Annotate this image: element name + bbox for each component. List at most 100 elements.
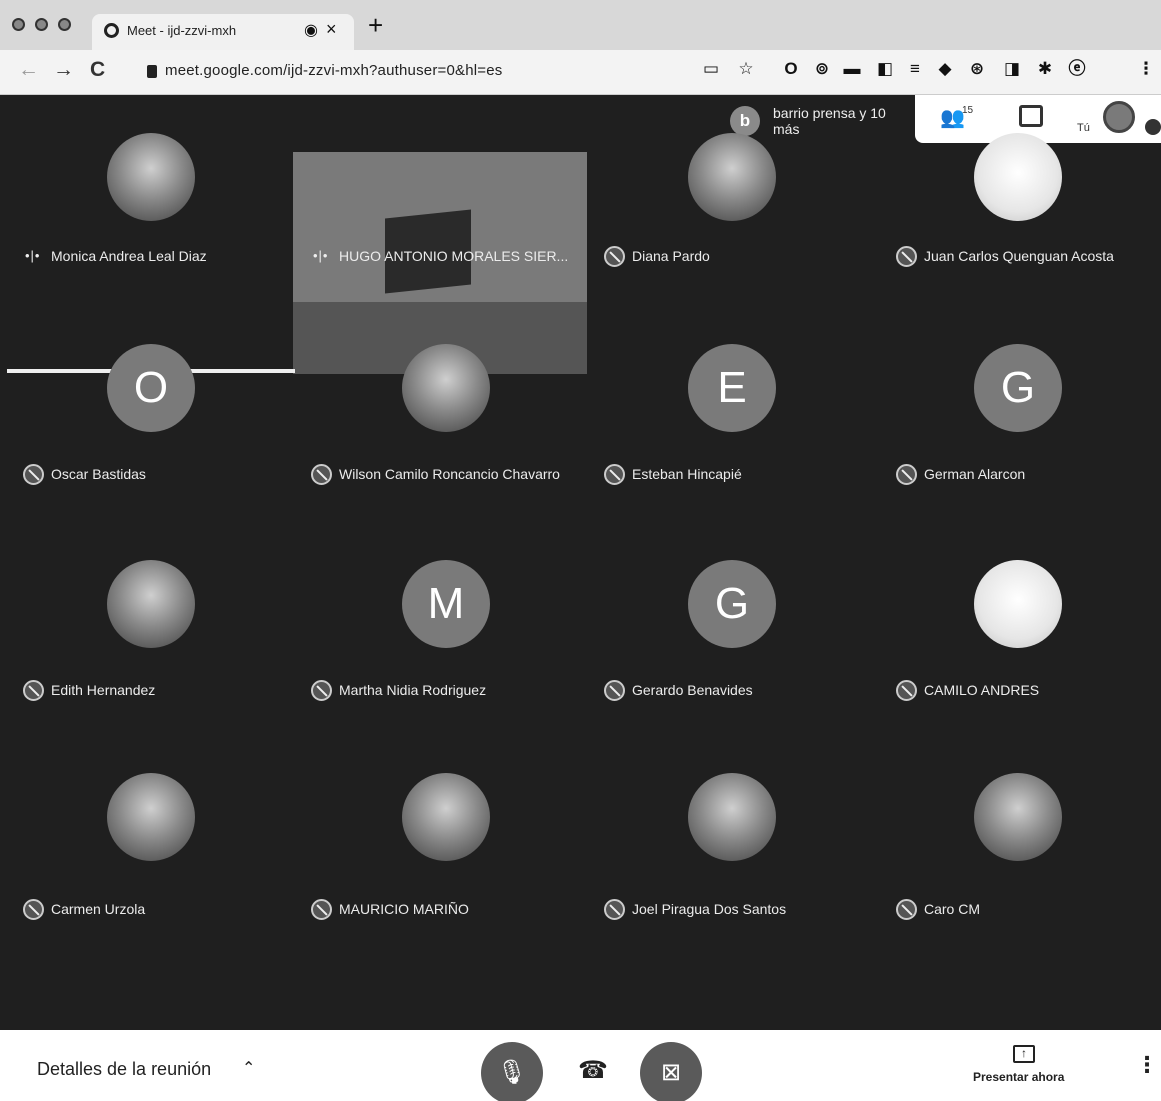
participant-name-row: CAMILO ANDRES bbox=[880, 680, 1161, 702]
present-screen-icon[interactable]: ↑ bbox=[1013, 1045, 1035, 1063]
mic-off-icon bbox=[23, 899, 44, 920]
mic-off-icon bbox=[311, 464, 332, 485]
browser-tab[interactable]: Meet - ijd-zzvi-mxh ◉ × bbox=[92, 14, 354, 50]
participant-avatar bbox=[402, 773, 490, 861]
more-vert-icon[interactable]: ⋮ bbox=[1136, 1052, 1158, 1078]
lock-icon[interactable] bbox=[147, 65, 157, 78]
address-bar[interactable]: meet.google.com/ijd-zzvi-mxh?authuser=0&… bbox=[165, 62, 503, 79]
chevron-up-icon[interactable]: ⌃ bbox=[242, 1058, 255, 1078]
participant-avatar bbox=[688, 773, 776, 861]
audio-playing-icon[interactable]: ◉ bbox=[304, 20, 318, 40]
participant-avatar bbox=[974, 773, 1062, 861]
forward-icon[interactable]: → bbox=[53, 59, 74, 80]
participant-name-row: Esteban Hincapié bbox=[588, 464, 880, 486]
participant-name-row: MAURICIO MARIÑO bbox=[295, 899, 587, 921]
browser-toolbar: ← → C meet.google.com/ijd-zzvi-mxh?authu… bbox=[0, 50, 1161, 95]
browser-menu-icon[interactable]: ⋮ bbox=[1137, 60, 1155, 78]
reload-icon[interactable]: C bbox=[90, 59, 105, 80]
chat-icon[interactable] bbox=[1019, 105, 1043, 127]
participant-name-row: Wilson Camilo Roncancio Chavarro bbox=[295, 464, 587, 486]
participant-name: Caro CM bbox=[924, 901, 981, 917]
self-label: Tú bbox=[1077, 122, 1090, 134]
participant-name: German Alarcon bbox=[924, 466, 1026, 482]
mic-off-icon bbox=[23, 680, 44, 701]
participant-name-row: Juan Carlos Quenguan Acosta bbox=[880, 246, 1161, 268]
browser-tab-strip: Meet - ijd-zzvi-mxh ◉ × + bbox=[0, 0, 1161, 50]
meeting-grid: b barrio prensa y 10 más 👥 15 Tú •|• Moni… bbox=[0, 95, 1161, 1030]
participant-name: CAMILO ANDRES bbox=[924, 682, 1040, 698]
mic-off-icon bbox=[604, 246, 625, 267]
meeting-details-button[interactable]: Detalles de la reunión bbox=[37, 1059, 211, 1080]
extension-icon[interactable]: ◨ bbox=[1003, 60, 1021, 78]
participant-name-row: German Alarcon bbox=[880, 464, 1161, 486]
participant-name-row: Martha Nidia Rodriguez bbox=[295, 680, 587, 702]
participant-avatar bbox=[402, 344, 490, 432]
participant-name-row: •|• HUGO ANTONIO MORALES SIER... bbox=[295, 246, 587, 268]
extension-icon[interactable]: ▬ bbox=[843, 60, 861, 78]
extension-icon[interactable]: O bbox=[782, 60, 800, 78]
extension-icon[interactable]: ≡ bbox=[906, 60, 924, 78]
extension-icon[interactable]: ⊛ bbox=[968, 60, 986, 78]
presenter-name: barrio prensa y 10 más bbox=[773, 105, 886, 137]
speaking-indicator-icon: •|• bbox=[25, 248, 41, 263]
mic-off-icon bbox=[896, 246, 917, 267]
extensions-puzzle-icon[interactable]: ✱ bbox=[1036, 60, 1054, 78]
participant-avatar: E bbox=[688, 344, 776, 432]
profile-icon[interactable]: ⓔ bbox=[1068, 60, 1086, 78]
participant-name: Monica Andrea Leal Diaz bbox=[51, 248, 207, 264]
mic-toggle-button[interactable]: 🎙 bbox=[481, 1042, 543, 1101]
participant-name: Edith Hernandez bbox=[51, 682, 156, 698]
extension-icon[interactable]: ◧ bbox=[876, 60, 894, 78]
presenter-avatar: b bbox=[730, 106, 760, 136]
participant-name: Diana Pardo bbox=[632, 248, 710, 264]
mic-off-icon: 🎙 bbox=[496, 1059, 528, 1086]
mic-off-icon bbox=[311, 899, 332, 920]
window-close-icon[interactable] bbox=[12, 18, 25, 31]
present-now-button[interactable]: Presentar ahora bbox=[973, 1070, 1064, 1084]
mic-off-icon bbox=[311, 680, 332, 701]
hangup-icon[interactable]: ☎ bbox=[578, 1056, 608, 1085]
participant-avatar bbox=[107, 560, 195, 648]
participant-avatar bbox=[107, 773, 195, 861]
participant-name: MAURICIO MARIÑO bbox=[339, 901, 469, 917]
participant-name-row: Carmen Urzola bbox=[7, 899, 299, 921]
participant-name-row: Gerardo Benavides bbox=[588, 680, 880, 702]
participant-avatar: G bbox=[688, 560, 776, 648]
participant-name: Juan Carlos Quenguan Acosta bbox=[924, 248, 1114, 264]
participant-name: Wilson Camilo Roncancio Chavarro bbox=[339, 466, 560, 482]
mic-off-icon bbox=[604, 464, 625, 485]
meet-favicon-icon bbox=[104, 23, 119, 38]
participant-avatar: O bbox=[107, 344, 195, 432]
presenter-indicator[interactable]: b barrio prensa y 10 más bbox=[725, 100, 915, 140]
self-avatar[interactable] bbox=[1103, 101, 1135, 133]
tab-close-icon[interactable]: × bbox=[326, 19, 337, 40]
participant-name-row: Edith Hernandez bbox=[7, 680, 299, 702]
participant-avatar: M bbox=[402, 560, 490, 648]
participant-name-row: •|• Monica Andrea Leal Diaz bbox=[7, 246, 299, 268]
meeting-controls-bar: Detalles de la reunión ⌃ 🎙 ☎ ⊠ ↑ Present… bbox=[0, 1030, 1161, 1101]
extension-icon[interactable]: ◆ bbox=[936, 60, 954, 78]
participant-avatar bbox=[974, 560, 1062, 648]
mic-off-icon bbox=[896, 899, 917, 920]
extension-icon[interactable]: ⊚ bbox=[813, 60, 831, 78]
participant-avatar: G bbox=[974, 344, 1062, 432]
participant-name: Carmen Urzola bbox=[51, 901, 146, 917]
window-maximize-icon[interactable] bbox=[58, 18, 71, 31]
participant-name: Oscar Bastidas bbox=[51, 466, 146, 482]
participant-name-row: Joel Piragua Dos Santos bbox=[588, 899, 880, 921]
camera-toggle-button[interactable]: ⊠ bbox=[640, 1042, 702, 1101]
new-tab-button[interactable]: + bbox=[368, 12, 383, 38]
participant-name-row: Caro CM bbox=[880, 899, 1161, 921]
bookmark-star-icon[interactable]: ☆ bbox=[737, 60, 755, 78]
mic-off-icon bbox=[896, 680, 917, 701]
tab-title: Meet - ijd-zzvi-mxh bbox=[127, 23, 237, 38]
mic-off-icon bbox=[604, 680, 625, 701]
cast-icon[interactable]: ▭ bbox=[702, 60, 720, 78]
participant-avatar bbox=[688, 133, 776, 221]
people-count: 15 bbox=[962, 105, 974, 116]
window-minimize-icon[interactable] bbox=[35, 18, 48, 31]
back-icon[interactable]: ← bbox=[18, 59, 39, 80]
participant-name: HUGO ANTONIO MORALES SIER... bbox=[339, 248, 569, 264]
participant-name: Martha Nidia Rodriguez bbox=[339, 682, 487, 698]
mic-off-icon bbox=[1145, 119, 1161, 135]
